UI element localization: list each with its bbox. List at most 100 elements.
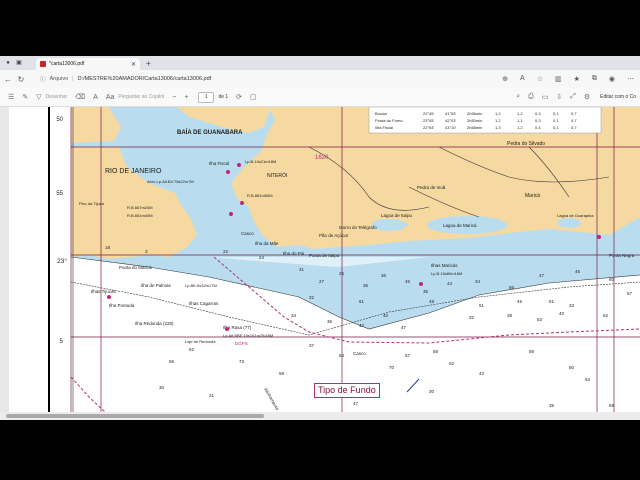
page-number-input[interactable]: 1 <box>198 91 215 103</box>
edit-copilot-button[interactable]: Editar com o Co <box>600 94 636 100</box>
casco-label: Casco <box>241 231 254 236</box>
zoom-in-icon[interactable]: + <box>184 94 188 101</box>
tipo-fundo-annotation: Tipo de Fundo <box>314 383 380 398</box>
lagoa-marica-label: Lagoa de Maricá <box>443 223 477 228</box>
search-icon[interactable]: ⌕ <box>516 93 520 101</box>
lagoa-itaipu-label: Lagoa de Itaipu <box>381 213 413 218</box>
sounding-label: 46 <box>575 269 581 274</box>
fit-page-icon[interactable]: ▢ <box>250 93 257 101</box>
sounding-label: 34 <box>291 313 297 318</box>
erase-icon[interactable]: ⌫ <box>75 93 85 101</box>
sounding-label: 40 <box>383 313 389 318</box>
depth-1620: 1620 <box>315 155 329 161</box>
tide-table-cell: 2h50min <box>467 118 482 123</box>
tab-actions-icon[interactable]: ▣ <box>16 60 22 66</box>
ilha-mae: Ilha da Mãe <box>255 241 279 246</box>
document-area: 50 55 23° 5 BAÍA DE GUANABARA RIO DE JAN… <box>0 107 640 420</box>
rotate-icon[interactable]: ⟳ <box>236 93 242 101</box>
tide-table-cell: 1,2 <box>495 118 501 123</box>
copilot-prompt[interactable]: Perguntar ao Copilot <box>118 94 164 100</box>
contents-icon[interactable]: ☰ <box>8 93 14 101</box>
sounding-label: 53 <box>585 377 591 382</box>
highlight-icon[interactable]: ✎ <box>22 93 28 101</box>
save-as-icon[interactable]: ⇩ <box>556 93 562 101</box>
ilha-pai: Ilha do Pai <box>283 251 304 256</box>
sounding-label: 56 <box>169 359 175 364</box>
pdf-page[interactable]: 50 55 23° 5 BAÍA DE GUANABARA RIO DE JAN… <box>9 107 640 412</box>
niteroi-name: NITERÓI <box>267 172 287 179</box>
sounding-label: 18 <box>105 245 111 250</box>
browser-window: ● ▣ *carta13006.pdf ✕ + ← ↻ ⓘ Arquivo | … <box>0 56 640 420</box>
new-tab-icon[interactable]: + <box>146 59 151 68</box>
collections-icon[interactable]: ⧉ <box>592 75 597 83</box>
rb1: R.B.667m24M <box>127 205 153 210</box>
read-aloud-icon[interactable]: A <box>520 75 525 83</box>
sounding-label: 36 <box>327 319 333 324</box>
sounding-label: 33 <box>569 303 575 308</box>
read-aloud-pdf-icon[interactable]: Aa <box>106 94 115 101</box>
back-icon[interactable]: ← <box>3 75 13 84</box>
tide-table-cell: 0,3 <box>535 118 541 123</box>
tide-table-cell: Ilha Fiscal <box>375 125 393 130</box>
sounding-label: 24 <box>259 255 265 260</box>
refresh-icon[interactable]: ↻ <box>16 75 26 84</box>
morro-telegrafo: Morro do Telégrafo <box>339 225 377 230</box>
text-icon[interactable]: A <box>93 94 98 101</box>
sounding-label: 57 <box>627 291 633 296</box>
sounding-label: 47 <box>353 401 359 406</box>
sounding-label: 45 <box>517 299 523 304</box>
ilhas-marica: Ilhas Maricás <box>431 263 458 268</box>
draw-label[interactable]: Desenhar <box>46 94 68 100</box>
sounding-label: 35 <box>549 403 555 408</box>
sounding-label: 59 <box>529 349 535 354</box>
horizontal-scrollbar[interactable] <box>0 412 640 420</box>
lat-50: 50 <box>56 117 63 123</box>
sounding-label: 22 <box>223 249 229 254</box>
zoom-out-icon[interactable]: − <box>172 94 176 101</box>
casco-wreck: Casco <box>353 351 366 356</box>
marica-town: Maricá <box>525 193 540 199</box>
sounding-label: 34 <box>475 279 481 284</box>
sounding-label: 60 <box>609 277 615 282</box>
scroll-thumb[interactable] <box>6 414 264 418</box>
settings-icon[interactable]: ⚙ <box>584 93 590 101</box>
print-icon[interactable]: ⎙ <box>528 93 534 101</box>
save-icon[interactable]: ▭ <box>542 93 549 101</box>
lp-rasa: Lp.Alt.BBE.15s161m25/45M <box>223 333 273 338</box>
bay-name: BAÍA DE GUANABARA <box>177 128 243 136</box>
rb3: R.B.881m50M <box>247 193 273 198</box>
fullscreen-icon[interactable]: ⤢ <box>570 93 576 101</box>
tide-table-cell: 1,2 <box>517 111 523 116</box>
sounding-label: 42 <box>359 323 365 328</box>
sounding-label: 57 <box>405 353 411 358</box>
tide-table-cell: 41°53' <box>445 111 456 116</box>
more-icon[interactable]: ⋯ <box>627 75 634 83</box>
profile-avatar-icon[interactable]: ◉ <box>609 75 615 83</box>
sounding-label: 51 <box>549 299 555 304</box>
tab-title: *carta13006.pdf <box>49 61 85 67</box>
tide-table-cell: 0,7 <box>571 111 577 116</box>
profile-icon[interactable]: ● <box>5 60 11 66</box>
sounding-label: 30 <box>159 385 165 390</box>
tide-table-cell: 2h58min <box>467 125 482 130</box>
close-tab-icon[interactable]: ✕ <box>131 61 136 68</box>
lp-cagarras: Lp.BE.6s32m17M <box>185 283 217 288</box>
nautical-chart: 50 55 23° 5 BAÍA DE GUANABARA RIO DE JAN… <box>9 107 640 412</box>
tide-table-cell: 22°45' <box>423 111 434 116</box>
ilhas-cagarras: Ilhas Cagarras <box>189 301 219 306</box>
city-name: RIO DE JANEIRO <box>105 168 162 175</box>
ilha-fiscal: Ilha Fiscal <box>209 161 229 166</box>
draw-icon[interactable]: ▽ <box>36 93 41 101</box>
zoom-icon[interactable]: ⊕ <box>502 75 508 83</box>
sounding-label: 58 <box>279 371 285 376</box>
split-screen-icon[interactable]: ▥ <box>555 75 562 83</box>
file-info-icon[interactable]: ⓘ <box>40 75 46 83</box>
tide-table-cell: 0,3 <box>535 111 541 116</box>
favorite-icon[interactable]: ☆ <box>537 75 543 83</box>
sounding-label: 27 <box>319 279 325 284</box>
url-field[interactable]: ⓘ Arquivo | D:/MESTRE%20AMADOR/Carta1300… <box>40 75 502 83</box>
favorites-icon[interactable]: ★ <box>574 75 580 83</box>
tab-pdf[interactable]: *carta13006.pdf ✕ <box>36 58 140 70</box>
sounding-label: 64 <box>339 353 345 358</box>
rb2: R.B.651m40M <box>127 213 153 218</box>
